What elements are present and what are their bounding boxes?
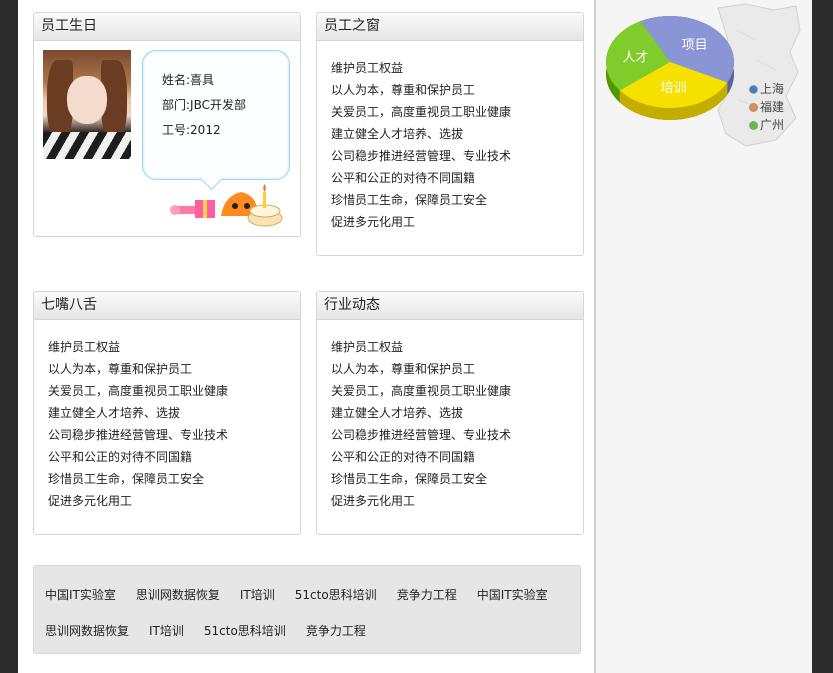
birthday-cake-icon xyxy=(170,184,283,227)
list-item[interactable]: 关爱员工，高度重视员工职业健康 xyxy=(331,101,511,123)
legend-dot-icon xyxy=(749,103,758,112)
list-item[interactable]: 建立健全人才培养、选拔 xyxy=(48,402,228,424)
list-item[interactable]: 关爱员工，高度重视员工职业健康 xyxy=(331,380,511,402)
friend-links: 中国IT实验室 思训网数据恢复 IT培训 51cto思科培训 竞争力工程 中国IT实验室 … xyxy=(33,565,581,654)
list-item[interactable]: 公平和公正的对待不同国籍 xyxy=(48,446,228,468)
legend-label: 上海 xyxy=(760,82,785,96)
pie-slice-label: 项目 xyxy=(682,38,708,53)
employee-window-title: 员工之窗 xyxy=(317,13,583,41)
industry-news-panel: 行业动态 维护员工权益 以人为本，尊重和保护员工 关爱员工，高度重视员工职业健康 建立… xyxy=(316,291,584,535)
list-item[interactable]: 以人为本，尊重和保护员工 xyxy=(331,79,511,101)
employee-id: 工号:2012 xyxy=(162,123,221,137)
chat-list: 维护员工权益 以人为本，尊重和保护员工 关爱员工，高度重视员工职业健康 建立健全人才培… xyxy=(48,336,228,512)
list-item[interactable]: 关爱员工，高度重视员工职业健康 xyxy=(48,380,228,402)
legend-item: 福建 xyxy=(749,98,784,115)
legend-label: 广州 xyxy=(760,118,785,132)
footer-link[interactable]: 51cto思科培训 xyxy=(204,624,286,638)
birthday-panel-title: 员工生日 xyxy=(34,13,300,41)
employee-name: 姓名:喜具 xyxy=(162,73,215,87)
legend-dot-icon xyxy=(749,85,758,94)
list-item[interactable]: 促进多元化用工 xyxy=(331,490,511,512)
pie-slice-label: 人才 xyxy=(623,51,649,66)
footer-link[interactable]: 思训网数据恢复 xyxy=(45,624,129,638)
list-item[interactable]: 以人为本，尊重和保护员工 xyxy=(331,358,511,380)
links-row-2: 思训网数据恢复 IT培训 51cto思科培训 竞争力工程 xyxy=(45,620,386,639)
employee-window-panel: 员工之窗 维护员工权益 以人为本，尊重和保护员工 关爱员工，高度重视员工职业健康 建立… xyxy=(316,12,584,256)
links-row-1: 中国IT实验室 思训网数据恢复 IT培训 51cto思科培训 竞争力工程 中国IT实验室 xyxy=(45,584,568,603)
chat-panel-title: 七嘴八舌 xyxy=(34,292,300,320)
footer-link[interactable]: 中国IT实验室 xyxy=(477,588,548,602)
footer-link[interactable]: IT培训 xyxy=(149,624,184,638)
employee-department: 部门:JBC开发部 xyxy=(162,98,246,112)
legend-dot-icon xyxy=(749,121,758,130)
employee-info: 姓名:喜具 部门:JBC开发部 工号:2012 xyxy=(162,68,246,143)
pie-slice-label: 培训 xyxy=(661,80,687,96)
chat-panel: 七嘴八舌 维护员工权益 以人为本，尊重和保护员工 关爱员工，高度重视员工职业健康 建立… xyxy=(33,291,301,535)
list-item[interactable]: 促进多元化用工 xyxy=(48,490,228,512)
list-item[interactable]: 建立健全人才培养、选拔 xyxy=(331,123,511,145)
birthday-panel: 员工生日 姓名:喜具 部门:JBC开发部 工号:2012 xyxy=(33,12,301,237)
industry-news-title: 行业动态 xyxy=(317,292,583,320)
employee-window-list: 维护员工权益 以人为本，尊重和保护员工 关爱员工，高度重视员工职业健康 建立健全人才培… xyxy=(331,57,511,233)
footer-link[interactable]: IT培训 xyxy=(240,588,275,602)
list-item[interactable]: 公平和公正的对待不同国籍 xyxy=(331,167,511,189)
list-item[interactable]: 珍惜员工生命，保障员工安全 xyxy=(48,468,228,490)
legend-item: 广州 xyxy=(749,116,784,133)
list-item[interactable]: 公司稳步推进经营管理、专业技术 xyxy=(331,145,511,167)
footer-link[interactable]: 思训网数据恢复 xyxy=(136,588,220,602)
legend-label: 福建 xyxy=(760,100,785,114)
footer-link[interactable]: 竞争力工程 xyxy=(306,624,366,638)
list-item[interactable]: 建立健全人才培养、选拔 xyxy=(331,402,511,424)
list-item[interactable]: 公平和公正的对待不同国籍 xyxy=(331,446,511,468)
footer-link[interactable]: 竞争力工程 xyxy=(397,588,457,602)
list-item[interactable]: 公司稳步推进经营管理、专业技术 xyxy=(331,424,511,446)
list-item[interactable]: 以人为本，尊重和保护员工 xyxy=(48,358,228,380)
list-item[interactable]: 珍惜员工生命，保障员工安全 xyxy=(331,468,511,490)
main-content: 员工生日 姓名:喜具 部门:JBC开发部 工号:2012 员工之窗 维护员工权益… xyxy=(18,0,594,673)
list-item[interactable]: 维护员工权益 xyxy=(331,336,511,358)
footer-link[interactable]: 51cto思科培训 xyxy=(295,588,377,602)
industry-news-list: 维护员工权益 以人为本，尊重和保护员工 关爱员工，高度重视员工职业健康 建立健全人才培… xyxy=(331,336,511,512)
list-item[interactable]: 维护员工权益 xyxy=(331,57,511,79)
list-item[interactable]: 公司稳步推进经营管理、专业技术 xyxy=(48,424,228,446)
footer-link[interactable]: 中国IT实验室 xyxy=(45,588,116,602)
legend-item: 上海 xyxy=(749,80,784,97)
list-item[interactable]: 维护员工权益 xyxy=(48,336,228,358)
list-item[interactable]: 促进多元化用工 xyxy=(331,211,511,233)
sidebar: 项目培训 人才 上海福建广州 xyxy=(596,0,812,673)
list-item[interactable]: 珍惜员工生命，保障员工安全 xyxy=(331,189,511,211)
employee-photo xyxy=(43,50,131,159)
